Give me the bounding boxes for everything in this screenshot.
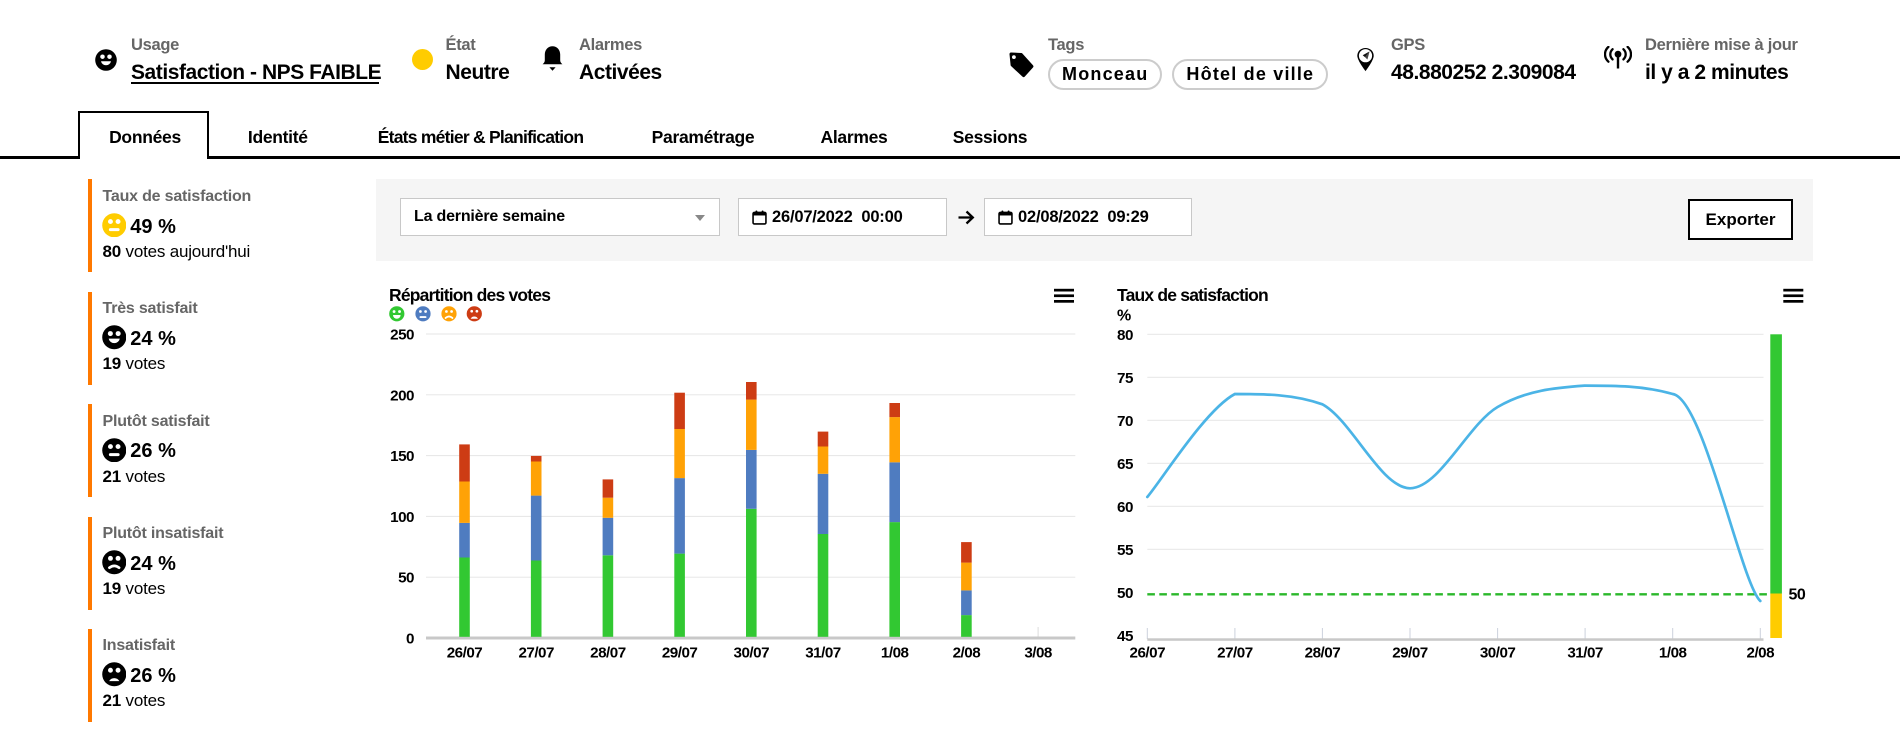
svg-text:1/08: 1/08 [1659, 645, 1687, 662]
svg-text:60: 60 [1117, 499, 1133, 516]
svg-text:80: 80 [1117, 327, 1133, 344]
svg-text:65: 65 [1117, 456, 1134, 473]
svg-text:26/07: 26/07 [447, 645, 483, 662]
svg-text:2/08: 2/08 [953, 645, 981, 662]
svg-text:250: 250 [390, 327, 414, 344]
svg-text:3/08: 3/08 [1024, 645, 1052, 662]
svg-text:31/07: 31/07 [1567, 645, 1603, 662]
svg-text:31/07: 31/07 [805, 645, 841, 662]
svg-text:29/07: 29/07 [1392, 645, 1428, 662]
svg-text:29/07: 29/07 [662, 645, 698, 662]
svg-text:75: 75 [1117, 370, 1134, 387]
svg-text:200: 200 [390, 387, 414, 404]
svg-text:55: 55 [1117, 542, 1134, 559]
svg-text:70: 70 [1117, 413, 1133, 430]
svg-text:28/07: 28/07 [1305, 645, 1341, 662]
svg-text:50: 50 [398, 570, 414, 587]
svg-text:2/08: 2/08 [1747, 645, 1775, 662]
svg-text:150: 150 [390, 448, 414, 465]
svg-text:1/08: 1/08 [881, 645, 909, 662]
svg-text:%: % [1117, 308, 1131, 325]
svg-text:30/07: 30/07 [734, 645, 770, 662]
svg-text:Répartition des votes: Répartition des votes [389, 285, 551, 305]
svg-text:26/07: 26/07 [1130, 645, 1166, 662]
svg-text:Taux de satisfaction: Taux de satisfaction [1117, 285, 1268, 305]
svg-text:28/07: 28/07 [590, 645, 626, 662]
svg-text:100: 100 [390, 509, 414, 526]
svg-text:45: 45 [1117, 628, 1134, 645]
svg-text:27/07: 27/07 [1217, 645, 1253, 662]
svg-text:27/07: 27/07 [518, 645, 554, 662]
svg-text:50: 50 [1117, 585, 1133, 602]
svg-text:50: 50 [1789, 586, 1806, 603]
svg-text:0: 0 [406, 631, 414, 648]
svg-text:30/07: 30/07 [1480, 645, 1516, 662]
